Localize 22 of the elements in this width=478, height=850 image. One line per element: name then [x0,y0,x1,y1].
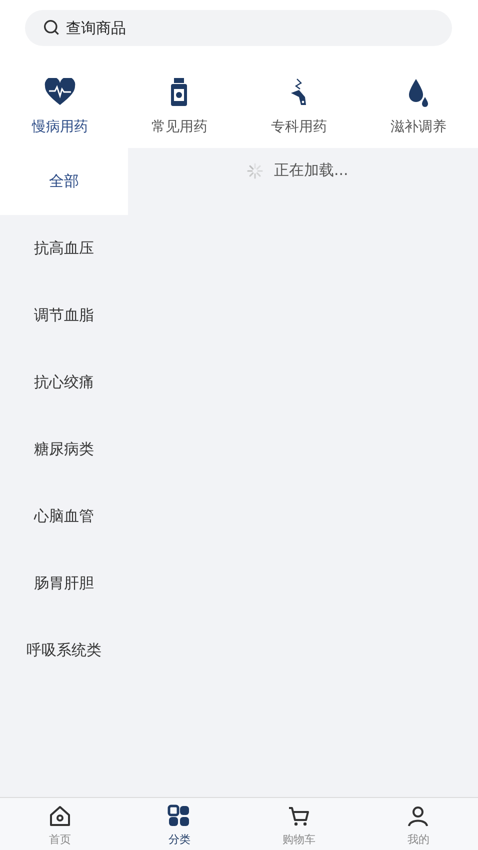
category-tab[interactable]: 慢病用药 [0,76,120,148]
category-tab[interactable]: 专科用药 [239,76,358,148]
loading-text: 正在加载... [274,161,348,180]
grid-icon [167,804,192,828]
nav-tab[interactable]: 分类 [120,798,239,850]
sidebar-item[interactable]: 调节血脂 [0,282,128,349]
search-field[interactable]: 查询商品 [25,10,452,46]
sidebar-item[interactable]: 心脑血管 [0,483,128,550]
category-tab[interactable]: 滋补调养 [358,76,478,148]
person-icon [406,804,430,828]
sidebar-item[interactable]: 肠胃肝胆 [0,550,128,617]
heart-icon [44,76,76,108]
category-tab[interactable]: 常见用药 [120,76,239,148]
home-icon [48,804,72,828]
sidebar-item[interactable]: 呼吸系统类 [0,617,128,684]
spinner-icon [246,162,264,180]
bottle-icon [169,76,190,108]
sidebar-item[interactable]: 全部 [0,148,128,215]
sidebar-item[interactable]: 糖尿病类 [0,416,128,483]
sidebar-item[interactable]: 抗高血压 [0,215,128,282]
sidebar-item[interactable]: 抗心绞痛 [0,349,128,416]
cart-icon [286,804,311,828]
